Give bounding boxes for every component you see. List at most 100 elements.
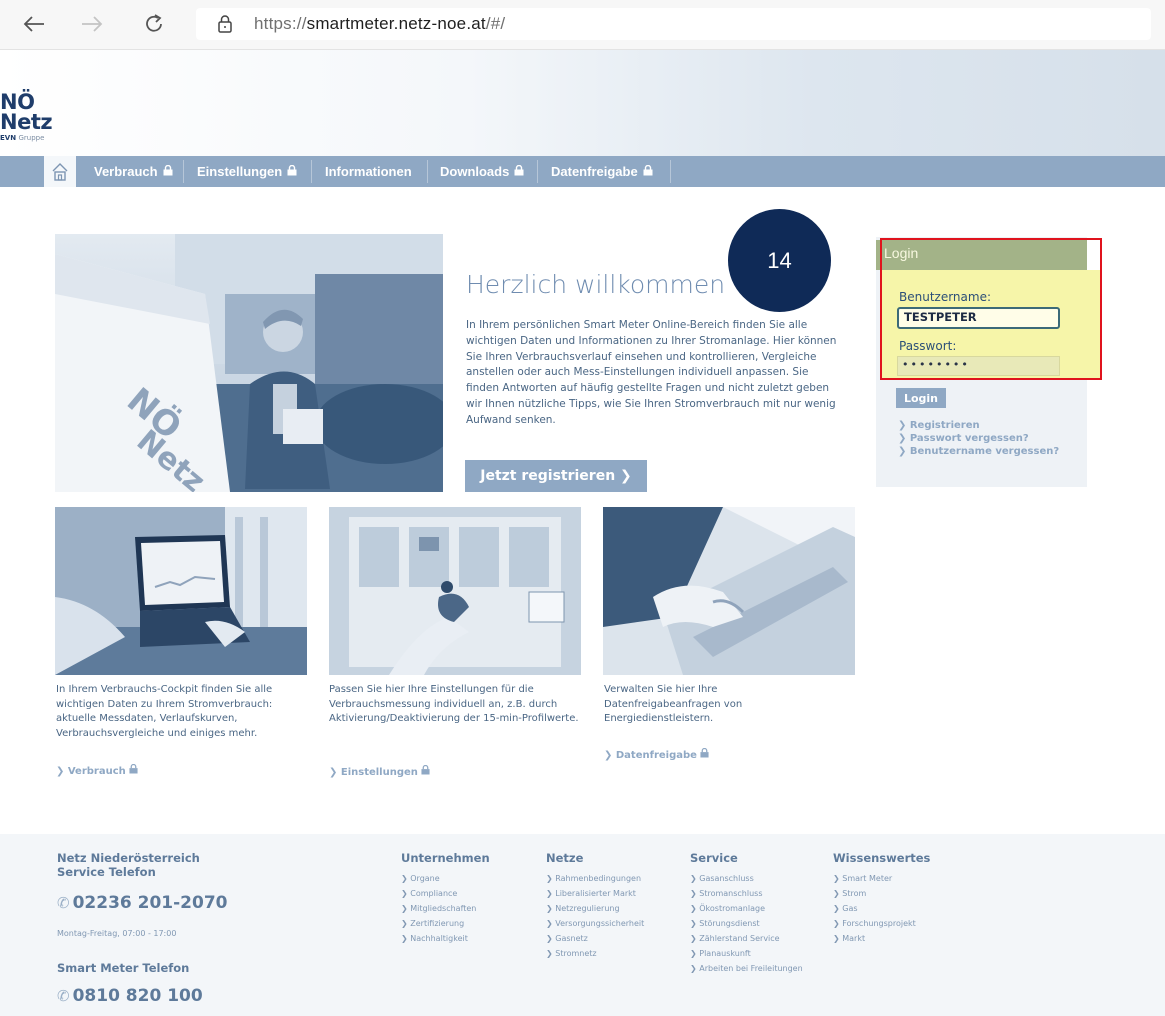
phone-icon: ✆: [57, 987, 70, 1005]
nav-divider: [311, 160, 312, 183]
footer-link[interactable]: ❯ Gasanschluss: [690, 871, 803, 886]
footer-link[interactable]: ❯ Zählerstand Service: [690, 931, 803, 946]
footer-link[interactable]: ❯ Versorgungssicherheit: [546, 916, 644, 931]
tile-image-meter-cabinet: [329, 507, 581, 675]
footer-link[interactable]: ❯ Stromnetz: [546, 946, 644, 961]
footer-link[interactable]: ❯ Gas: [833, 901, 916, 916]
footer-smart-meter-phone[interactable]: ✆ 0810 820 100: [57, 986, 203, 1006]
logo-evn: EVN: [0, 134, 17, 142]
url-text: https://smartmeter.netz-noe.at/#/: [254, 14, 505, 34]
footer-link[interactable]: ❯ Markt: [833, 931, 916, 946]
footer-opening-hours: Montag-Freitag, 07:00 - 17:00: [57, 929, 177, 938]
footer-link[interactable]: ❯ Liberalisierter Markt: [546, 886, 644, 901]
nav-divider: [183, 160, 184, 183]
annotation-highlight-frame: [880, 238, 1102, 380]
tile-link-datenfreigabe[interactable]: ❯ Datenfreigabe: [604, 747, 709, 761]
home-icon: [52, 162, 68, 181]
login-button[interactable]: Login: [896, 388, 946, 408]
nav-divider: [427, 160, 428, 183]
footer-company-name: Netz Niederösterreich: [57, 851, 200, 865]
footer-link[interactable]: ❯ Planauskunft: [690, 946, 803, 961]
nav-item-verbrauch[interactable]: Verbrauch: [94, 156, 173, 187]
nav-label: Verbrauch: [94, 164, 158, 179]
nav-divider: [670, 160, 671, 183]
main-navigation: Verbrauch Einstellungen Informationen Do…: [0, 156, 1165, 187]
tile-image-typing-laptop: [603, 507, 855, 675]
lock-icon: [514, 164, 524, 179]
tile-link-einstellungen[interactable]: ❯ Einstellungen: [329, 764, 430, 778]
footer-link[interactable]: ❯ Störungsdienst: [690, 916, 803, 931]
footer-link[interactable]: ❯ Netzregulierung: [546, 901, 644, 916]
nav-home-button[interactable]: [44, 156, 76, 187]
logo-line-netz: Netz: [0, 110, 53, 134]
login-links: ❯ Registrieren ❯ Passwort vergessen? ❯ B…: [898, 419, 1059, 458]
register-button[interactable]: Jetzt registrieren ❯: [465, 460, 647, 492]
lock-icon: [700, 747, 709, 758]
forgot-password-link[interactable]: ❯ Passwort vergessen?: [898, 432, 1059, 445]
site-header: [0, 50, 1165, 156]
tile-link-label: ❯ Datenfreigabe: [604, 750, 697, 761]
nav-label: Downloads: [440, 164, 510, 179]
hero-image-technician: NÖ Netz: [55, 234, 443, 492]
footer-link[interactable]: ❯ Stromanschluss: [690, 886, 803, 901]
forward-arrow-icon[interactable]: [78, 10, 106, 38]
register-link[interactable]: ❯ Registrieren: [898, 419, 1059, 432]
footer-column-netze: ❯ Rahmenbedingungen ❯ Liberalisierter Ma…: [546, 871, 644, 961]
footer-link[interactable]: ❯ Compliance: [401, 886, 476, 901]
tile-description-datenfreigabe: Verwalten Sie hier Ihre Datenfreigabeanf…: [604, 684, 743, 725]
footer-link[interactable]: ❯ Arbeiten bei Freileitungen: [690, 961, 803, 976]
footer-link[interactable]: ❯ Organe: [401, 871, 476, 886]
footer-column-service: ❯ Gasanschluss ❯ Stromanschluss ❯ Ökostr…: [690, 871, 803, 976]
forgot-username-link[interactable]: ❯ Benutzername vergessen?: [898, 445, 1059, 458]
footer-link[interactable]: ❯ Strom: [833, 886, 916, 901]
nav-label: Datenfreigabe: [551, 164, 638, 179]
logo-gruppe: Gruppe: [18, 134, 45, 142]
footer-column-title-wissenswertes: Wissenswertes: [833, 851, 931, 865]
nav-label: Informationen: [325, 164, 412, 179]
nav-item-datenfreigabe[interactable]: Datenfreigabe: [551, 156, 653, 187]
back-arrow-icon[interactable]: [20, 10, 48, 38]
footer-column-title-netze: Netze: [546, 851, 584, 865]
footer-link[interactable]: ❯ Forschungsprojekt: [833, 916, 916, 931]
tile-link-label: ❯ Verbrauch: [56, 766, 126, 777]
footer-contact-title: Netz Niederösterreich Service Telefon: [57, 851, 200, 879]
footer-smart-meter-title: Smart Meter Telefon: [57, 961, 190, 975]
footer-link[interactable]: ❯ Zertifizierung: [401, 916, 476, 931]
footer-link[interactable]: ❯ Rahmenbedingungen: [546, 871, 644, 886]
lock-icon: [421, 764, 430, 775]
url-path: /#/: [485, 14, 506, 33]
footer-service-phone-title: Service Telefon: [57, 865, 156, 879]
page-title: Herzlich willkommen: [466, 270, 726, 299]
welcome-text: In Ihrem persönlichen Smart Meter Online…: [466, 319, 837, 426]
tile-description-einstellungen: Passen Sie hier Ihre Einstellungen für d…: [329, 684, 579, 725]
lock-icon: [643, 164, 653, 179]
padlock-icon[interactable]: [218, 15, 232, 37]
nav-label: Einstellungen: [197, 164, 283, 179]
logo-evn-line: EVN Gruppe: [0, 135, 52, 142]
nav-item-downloads[interactable]: Downloads: [440, 156, 524, 187]
nav-item-einstellungen[interactable]: Einstellungen: [197, 156, 297, 187]
nav-item-informationen[interactable]: Informationen: [325, 156, 412, 187]
url-scheme: https://: [254, 14, 307, 33]
footer-link[interactable]: ❯ Nachhaltigkeit: [401, 931, 476, 946]
footer-link[interactable]: ❯ Smart Meter: [833, 871, 916, 886]
footer-column-wissenswertes: ❯ Smart Meter ❯ Strom ❯ Gas ❯ Forschungs…: [833, 871, 916, 946]
address-bar[interactable]: https://smartmeter.netz-noe.at/#/: [196, 8, 1151, 40]
footer-column-title-unternehmen: Unternehmen: [401, 851, 490, 865]
footer-link[interactable]: ❯ Mitgliedschaften: [401, 901, 476, 916]
tile-link-verbrauch[interactable]: ❯ Verbrauch: [56, 763, 138, 777]
footer-service-phone[interactable]: ✆ 02236 201-2070: [57, 893, 228, 913]
phone-icon: ✆: [57, 894, 70, 912]
lock-icon: [163, 164, 173, 179]
footer-column-title-service: Service: [690, 851, 738, 865]
footer-link[interactable]: ❯ Ökostromanlage: [690, 901, 803, 916]
site-logo[interactable]: NÖ Netz EVN Gruppe: [0, 92, 53, 142]
lock-icon: [129, 763, 138, 774]
service-phone-number: 02236 201-2070: [72, 893, 228, 913]
reload-icon[interactable]: [140, 10, 168, 38]
tile-image-laptop-cockpit: [55, 507, 307, 675]
step-number-badge: 14: [728, 209, 831, 312]
lock-icon: [287, 164, 297, 179]
footer-link[interactable]: ❯ Gasnetz: [546, 931, 644, 946]
nav-divider: [537, 160, 538, 183]
